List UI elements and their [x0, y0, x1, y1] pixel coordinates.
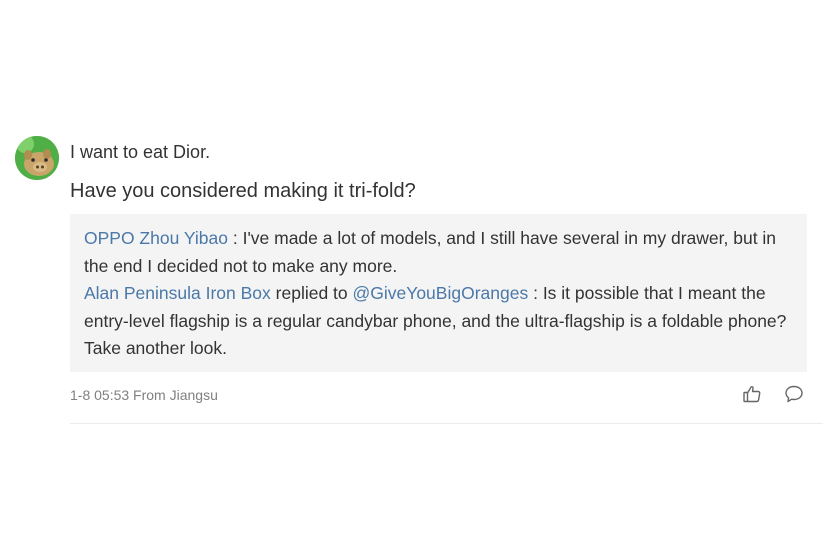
reply-author[interactable]: Alan Peninsula Iron Box — [84, 283, 271, 303]
reply-separator: : — [227, 228, 243, 248]
pig-avatar-icon — [15, 136, 59, 180]
comment-divider — [70, 423, 823, 424]
replied-to-label: replied to — [270, 283, 353, 303]
reply-separator: : — [528, 283, 543, 303]
thumbs-up-icon — [743, 386, 761, 403]
user-avatar[interactable] — [15, 136, 59, 180]
speech-bubble-icon — [785, 385, 803, 403]
comment-username[interactable]: I want to eat Dior. — [70, 141, 210, 163]
reply-item: Alan Peninsula Iron Box replied to @Give… — [84, 280, 793, 363]
like-button[interactable] — [742, 384, 762, 404]
comment-timestamp: 1-8 05:53 From Jiangsu — [70, 387, 218, 403]
reply-mention[interactable]: @GiveYouBigOranges — [353, 283, 529, 303]
reply-item: OPPO Zhou Yibao : I've made a lot of mod… — [84, 225, 793, 280]
comment-text: Have you considered making it tri-fold? — [70, 180, 416, 202]
reply-author[interactable]: OPPO Zhou Yibao — [84, 228, 228, 248]
comment-item: I want to eat Dior. Have you considered … — [0, 0, 823, 549]
reply-button[interactable] — [784, 384, 804, 404]
reply-list: OPPO Zhou Yibao : I've made a lot of mod… — [70, 214, 807, 372]
